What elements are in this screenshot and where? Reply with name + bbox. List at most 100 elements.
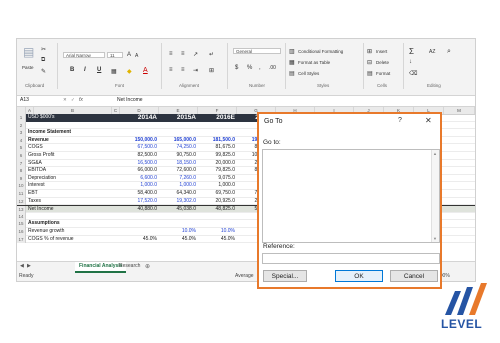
name-box[interactable]: A13 [20,97,50,104]
value-cell[interactable]: 79,825.0 [198,167,237,175]
value-cell[interactable]: 17,520.0 [120,198,159,206]
enter-formula-icon[interactable]: ✓ [71,97,75,103]
value-cell[interactable] [120,122,159,130]
column-header[interactable]: M [444,107,475,114]
fill-color-icon[interactable]: ◆ [127,68,132,75]
value-cell[interactable]: 10.0% [198,228,237,236]
value-cell[interactable]: 45.0% [120,236,159,244]
format-as-table-button[interactable]: Format as Table [298,60,330,65]
row-label-cell[interactable]: SG&A [28,160,118,168]
value-cell[interactable]: 64,340.0 [159,190,198,198]
fill-icon[interactable]: ↓ [409,59,412,65]
value-cell[interactable]: 165,000.0 [159,137,198,145]
year-header-cell[interactable]: 2014A [120,114,159,122]
insert-button[interactable]: Insert [376,49,387,54]
value-cell[interactable] [198,213,237,221]
select-all-corner[interactable] [17,107,26,114]
row-label-cell[interactable] [28,213,118,221]
value-cell[interactable] [120,220,159,228]
value-cell[interactable]: 20,925.0 [198,198,237,206]
currency-button[interactable]: $ [235,65,238,71]
row-number[interactable]: 7 [17,159,26,168]
conditional-formatting-icon[interactable]: ▥ [289,48,295,55]
row-number[interactable]: 4 [17,136,26,145]
add-sheet-icon[interactable]: ⊕ [145,263,150,270]
row-label-cell[interactable]: Revenue growth [28,228,118,236]
borders-icon[interactable]: ▦ [111,68,117,75]
row-label-cell[interactable]: Taxes [28,198,118,206]
value-cell[interactable]: 19,302.0 [159,198,198,206]
value-cell[interactable]: 18,150.0 [159,160,198,168]
header-label-cell[interactable]: USD $000's [26,114,120,122]
row-number[interactable]: 6 [17,152,26,160]
ok-button[interactable]: OK [335,270,383,282]
cut-icon[interactable]: ✂ [41,46,46,53]
goto-list-scrollbar[interactable]: ▲ ▼ [431,150,439,242]
column-header[interactable]: D [120,107,159,114]
value-cell[interactable]: 20,000.0 [198,160,237,168]
cell-styles-icon[interactable]: ▤ [289,70,295,77]
value-cell[interactable] [120,129,159,137]
value-cell[interactable]: 82,500.0 [120,152,159,160]
value-cell[interactable] [198,129,237,137]
align-middle-icon[interactable]: ≡ [181,51,185,57]
fx-icon[interactable]: fx [79,97,83,103]
orientation-icon[interactable]: ↗ [193,51,198,58]
value-cell[interactable]: 66,000.0 [120,167,159,175]
value-cell[interactable]: 7,260.0 [159,175,198,183]
row-number[interactable]: 11 [17,190,26,198]
format-button[interactable]: Format [376,71,390,76]
column-header[interactable]: A [26,107,34,114]
value-cell[interactable]: 150,000.0 [120,137,159,145]
row-label-cell[interactable]: Assumptions [28,220,118,228]
cancel-formula-icon[interactable]: ✕ [63,97,67,103]
value-cell[interactable]: 69,750.0 [198,190,237,198]
row-number[interactable]: 3 [17,129,26,137]
delete-icon[interactable]: ⊟ [367,59,372,66]
close-icon[interactable]: ✕ [425,116,432,125]
row-label-cell[interactable]: Interest [28,182,118,190]
value-cell[interactable]: 67,500.0 [120,144,159,152]
grow-font-icon[interactable]: A [127,52,131,58]
row-label-cell[interactable]: Gross Profit [28,152,118,160]
value-cell[interactable] [159,129,198,137]
sheet-nav-right-icon[interactable]: ▶ [27,263,31,269]
shrink-font-icon[interactable]: A [135,53,138,59]
font-color-icon[interactable]: A [143,67,148,74]
year-header-cell[interactable]: 2015A [159,114,198,122]
value-cell[interactable] [159,220,198,228]
align-top-icon[interactable]: ≡ [169,51,173,57]
row-number[interactable]: 12 [17,197,26,206]
value-cell[interactable]: 45.0% [198,236,237,244]
number-format-select[interactable]: General [233,48,281,54]
find-select-icon[interactable]: ⌕ [447,48,451,56]
row-label-cell[interactable]: COGS [28,144,118,152]
value-cell[interactable] [159,122,198,130]
cancel-button[interactable]: Cancel [390,270,438,282]
column-header[interactable]: E [159,107,198,114]
row-number[interactable]: 17 [17,235,26,244]
value-cell[interactable] [120,228,159,236]
tab-research[interactable]: Research [115,262,144,271]
row-label-cell[interactable]: EBT [28,190,118,198]
delete-button[interactable]: Delete [376,60,389,65]
column-header[interactable]: F [198,107,237,114]
font-size-select[interactable]: 11 [107,52,123,58]
comma-style-icon[interactable]: , [259,65,261,71]
value-cell[interactable]: 1,000.0 [120,182,159,190]
value-cell[interactable]: 81,675.0 [198,144,237,152]
value-cell[interactable]: 9,075.0 [198,175,237,183]
reference-input[interactable] [262,253,440,264]
row-number[interactable]: 15 [17,220,26,228]
value-cell[interactable]: 10.0% [159,228,198,236]
wrap-text-icon[interactable]: ↵ [209,51,214,58]
column-header[interactable]: C [112,107,120,114]
insert-icon[interactable]: ⊞ [367,48,372,55]
value-cell[interactable]: 99,825.0 [198,152,237,160]
row-label-cell[interactable]: Depreciation [28,175,118,183]
conditional-formatting-button[interactable]: Conditional Formatting [298,49,343,54]
merge-icon[interactable]: ⊞ [209,67,214,74]
value-cell[interactable] [159,213,198,221]
row-number[interactable]: 16 [17,228,26,236]
value-cell[interactable]: 72,600.0 [159,167,198,175]
